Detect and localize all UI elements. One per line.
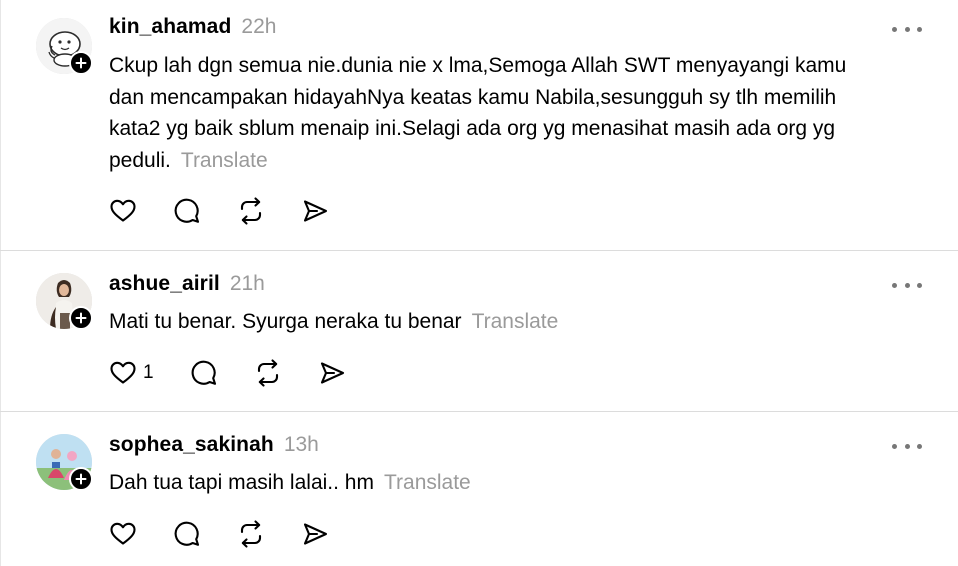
more-horizontal-icon (892, 443, 897, 449)
action-bar (109, 520, 329, 548)
more-dot (917, 26, 922, 32)
action-bar: 1 (109, 359, 346, 387)
reply-button[interactable] (190, 359, 218, 387)
avatar-container[interactable] (36, 18, 93, 75)
username[interactable]: ashue_airil (109, 272, 220, 296)
repost-button[interactable] (237, 197, 265, 225)
follow-button[interactable] (69, 306, 93, 330)
heart-icon (110, 199, 136, 222)
more-dot (904, 443, 910, 449)
post-header: sophea_sakinah 13h (109, 433, 319, 461)
thread-reply: sophea_sakinah 13h Dah tua tapi masih la… (0, 412, 958, 566)
username[interactable]: kin_ahamad (109, 15, 231, 39)
speech-bubble-icon (174, 521, 200, 546)
timestamp[interactable]: 13h (284, 433, 319, 457)
more-dot (904, 282, 910, 288)
like-button[interactable]: 1 (109, 359, 154, 387)
share-button[interactable] (301, 520, 329, 548)
speech-bubble-icon (174, 198, 200, 223)
post-text-line: kata2 yg baik sblum menaip ini.Selagi ad… (109, 117, 836, 140)
translate-link[interactable]: Translate (384, 471, 471, 494)
repost-arrows-icon (240, 197, 262, 225)
like-button[interactable] (109, 520, 137, 548)
share-button[interactable] (318, 359, 346, 387)
post-text: Mati tu benar. Syurga neraka tu benar Tra… (109, 306, 929, 338)
reply-button[interactable] (173, 520, 201, 548)
plus-icon (75, 473, 87, 485)
repost-button[interactable] (254, 359, 282, 387)
paper-plane-icon (320, 362, 344, 384)
post-text-line: dan mencampakan hidayahNya keatas kamu N… (109, 85, 837, 109)
timestamp[interactable]: 22h (241, 15, 276, 39)
like-count[interactable]: 1 (143, 362, 154, 384)
reply-button[interactable] (173, 197, 201, 225)
translate-link[interactable]: Translate (181, 149, 268, 172)
post-text: Dah tua tapi masih lalai.. hm Translate (109, 467, 929, 499)
post-text-last: Dah tua tapi masih lalai.. hm (109, 471, 374, 494)
post-header: ashue_airil 21h (109, 272, 265, 300)
heart-icon (110, 361, 136, 384)
repost-arrows-icon (257, 359, 278, 387)
avatar-container[interactable] (36, 273, 93, 330)
post-text: Ckup lah dgn semua nie.dunia nie x lma,S… (109, 50, 929, 176)
more-horizontal-icon (892, 282, 897, 288)
avatar-container[interactable] (36, 434, 93, 491)
follow-button[interactable] (69, 51, 93, 75)
post-text-line: Mati tu benar. Syurga neraka tu benar Tra… (109, 306, 929, 338)
post-text-line: peduli. Translate (109, 145, 929, 177)
username[interactable]: sophea_sakinah (109, 433, 274, 457)
more-dot (904, 26, 910, 32)
post-text-last: peduli. (109, 148, 171, 172)
more-options-button[interactable] (892, 277, 922, 293)
paper-plane-icon (303, 200, 328, 222)
repost-button[interactable] (237, 520, 265, 548)
post-text-line: Dah tua tapi masih lalai.. hm Translate (109, 467, 929, 499)
repost-arrows-icon (240, 520, 262, 548)
plus-icon (75, 312, 87, 324)
like-button[interactable] (109, 197, 137, 225)
timestamp[interactable]: 21h (230, 272, 265, 296)
more-horizontal-icon (892, 26, 897, 32)
speech-bubble-icon (191, 360, 216, 385)
follow-button[interactable] (69, 467, 93, 491)
thread-reply: ashue_airil 21h Mati tu benar. Syurga ne… (0, 251, 958, 411)
action-bar (109, 197, 329, 225)
post-text-line: Ckup lah dgn semua nie.dunia nie x lma,S… (109, 54, 847, 77)
more-options-button[interactable] (892, 438, 922, 454)
share-button[interactable] (301, 197, 329, 225)
post-header: kin_ahamad 22h (109, 15, 276, 43)
more-dot (917, 282, 922, 288)
translate-link[interactable]: Translate (472, 310, 559, 333)
more-options-button[interactable] (892, 21, 922, 37)
paper-plane-icon (303, 523, 328, 545)
plus-icon (75, 57, 87, 69)
heart-icon (110, 522, 136, 545)
post-text-last: Mati tu benar. Syurga neraka tu benar (109, 310, 462, 333)
more-dot (917, 443, 922, 449)
thread-reply: kin_ahamad 22h Ckup lah dgn semua nie.du… (0, 0, 958, 250)
